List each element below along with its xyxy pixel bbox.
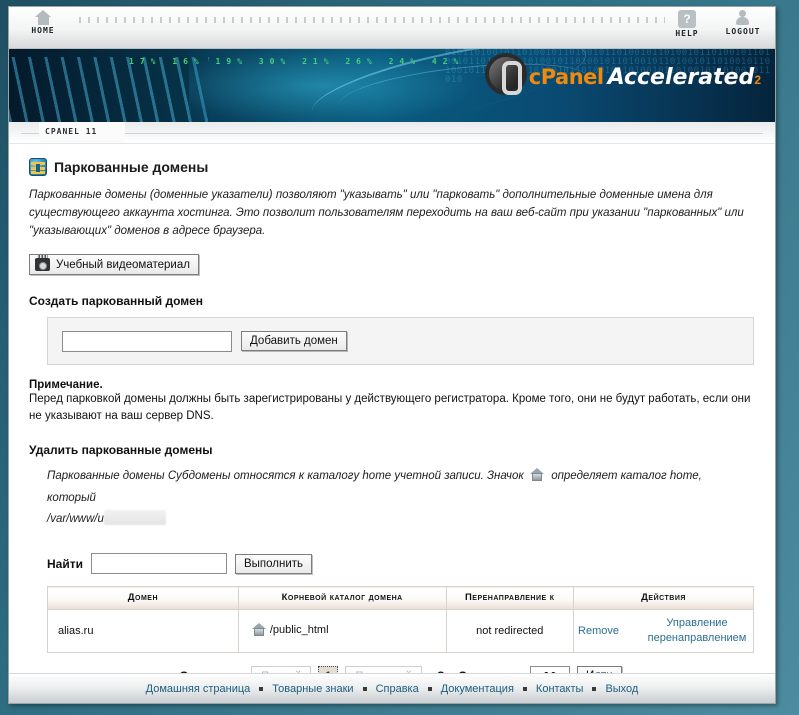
cell-actions: Remove Управление перенаправлением [573, 609, 754, 653]
logo-version-subscript: 2 [754, 73, 761, 87]
add-domain-button[interactable]: Добавить домен [241, 331, 347, 352]
table-row: alias.ru /public_html not redirected Rem… [47, 609, 754, 653]
question-mark-icon: ? [678, 10, 696, 28]
note-title: Примечание. [29, 379, 103, 392]
footer-link-home[interactable]: Домашняя страница [146, 683, 251, 695]
remove-domain-link[interactable]: Remove [578, 625, 619, 637]
nav-help-button[interactable]: ? HELP [661, 10, 713, 38]
create-domain-panel: Добавить домен [47, 317, 754, 366]
note-block: Примечание. Перед парковкой домены должн… [29, 379, 755, 424]
video-tutorial-label: Учебный видеоматериал [56, 258, 190, 271]
find-submit-button[interactable]: Выполнить [234, 553, 313, 574]
cpanel-version-tabbar: CPANEL 11 [9, 122, 775, 144]
cell-redirect-status: not redirected [445, 609, 575, 653]
column-header-domain: Домен [47, 586, 239, 611]
home-folder-icon [251, 623, 267, 637]
footer-link-help[interactable]: Справка [376, 683, 419, 695]
pagination-current-page[interactable]: 1 [318, 666, 339, 673]
user-icon [734, 10, 752, 26]
cpanel-banner: 0101101001011010010110100101101001011010… [9, 49, 775, 122]
docroot-path: /public_html [269, 623, 329, 636]
nav-home-button[interactable]: HOME [17, 10, 69, 35]
home-directory-path: /var/www/u [47, 513, 104, 526]
nav-logout-label: LOGOUT [725, 27, 761, 36]
video-tutorial-button[interactable]: Учебный видеоматериал [29, 254, 199, 276]
footer-separator [427, 686, 432, 691]
footer-link-trademarks[interactable]: Товарные знаки [272, 683, 353, 695]
manage-redirection-link[interactable]: Управление перенаправлением [645, 616, 749, 646]
per-page-label-prefix: За [437, 669, 451, 673]
nav-logout-button[interactable]: LOGOUT [717, 10, 769, 36]
table-header-row: Домен Корневой каталог домена Перенаправ… [47, 586, 754, 611]
column-header-docroot: Корневой каталог домена [237, 586, 447, 611]
banner-stats-strip: 17% 16% 19% 30% 21% 26% 24% 42% [129, 57, 465, 66]
remove-desc-part1: Паркованные домены Субдомены относятся к… [47, 469, 524, 482]
footer-separator [259, 686, 264, 691]
footer-link-contacts[interactable]: Контакты [536, 683, 584, 695]
home-icon [34, 10, 52, 25]
logo-accelerated-text: Accelerated [607, 65, 755, 90]
banner-server-racks-art [9, 57, 209, 122]
create-section-heading: Создать паркованный домен [29, 294, 204, 309]
main-content: Паркованные домены Паркованные домены (д… [9, 144, 775, 673]
find-input[interactable] [90, 553, 227, 575]
footer-links-bar: Домашняя страница Товарные знаки Справка… [9, 673, 775, 703]
parked-domains-table: Домен Корневой каталог домена Перенаправ… [47, 586, 754, 653]
new-domain-input[interactable] [62, 330, 232, 352]
pagination-bar: Страницы: Первый 1 Последний За Страницы… [47, 665, 754, 673]
pagination-go-button[interactable]: Идти [576, 666, 622, 673]
footer-link-documentation[interactable]: Документация [441, 683, 514, 695]
nav-dotted-divider [79, 17, 665, 23]
pagination-last-button[interactable]: Последний [345, 666, 422, 673]
pagination-first-button[interactable]: Первый [251, 666, 312, 673]
page-header: Паркованные домены [29, 158, 755, 176]
parked-domains-icon [29, 158, 47, 176]
page-description: Паркованные домены (доменные указатели) … [29, 189, 744, 237]
footer-separator [592, 686, 597, 691]
column-header-actions: Действия [573, 586, 754, 611]
find-label: Найти [47, 556, 83, 571]
find-row: Найти Выполнить [47, 553, 755, 575]
column-header-redirect: Перенаправление к [445, 586, 575, 611]
logo-cpanel-text: cPanel [528, 65, 604, 89]
nav-home-label: HOME [31, 26, 55, 35]
cell-docroot: /public_html [237, 609, 447, 653]
video-camera-icon [35, 255, 50, 272]
nav-help-label: HELP [675, 29, 699, 38]
per-page-label: Страницы: [458, 669, 523, 673]
cpanel-version-label: CPANEL 11 [45, 127, 98, 136]
remove-section-heading: Удалить паркованные домены [29, 442, 213, 457]
top-navigation-bar: HOME ? HELP LOGOUT [9, 7, 775, 49]
note-body: Перед парковкой домены должны быть зарег… [29, 393, 751, 423]
per-page-input[interactable] [529, 665, 570, 673]
tabbar-rule [21, 133, 763, 134]
pagination-label: Страницы: [179, 669, 244, 673]
page-title: Паркованные домены [54, 159, 209, 175]
redacted-path-block [103, 510, 166, 526]
footer-separator [522, 686, 527, 691]
cpanel-logo: cPanel Accelerated2 [484, 53, 761, 95]
cpanel-window: HOME ? HELP LOGOUT 010110100101101001011… [8, 6, 776, 704]
remove-section-description: Паркованные домены Субдомены относятся к… [47, 466, 747, 532]
home-folder-icon [529, 467, 545, 481]
cpanel-cp-mark-icon [484, 53, 527, 95]
cell-domain: alias.ru [47, 609, 239, 653]
footer-separator [362, 686, 367, 691]
footer-link-logout[interactable]: Выход [605, 683, 638, 695]
